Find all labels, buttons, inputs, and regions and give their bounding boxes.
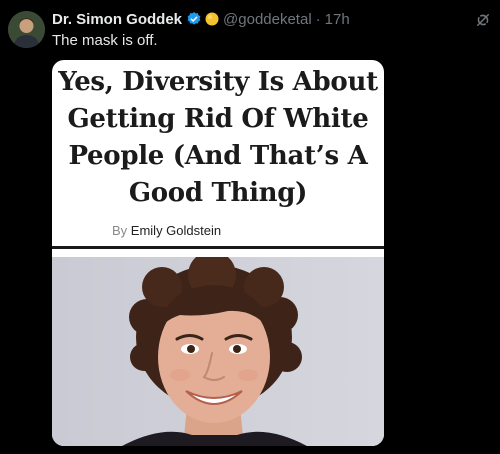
byline-prefix: By [112,223,128,238]
verified-badge-icon [187,12,201,25]
timestamp[interactable]: 17h [325,11,350,28]
article-byline: By Emily Goldstein [112,223,221,238]
article-headline: Yes, Diversity Is About Getting Rid Of W… [58,67,378,208]
tweet-header: Dr. Simon Goddek @goddeketal · 17h [52,9,350,29]
display-name[interactable]: Dr. Simon Goddek [52,11,182,28]
divider [52,246,384,249]
byline-author: Emily Goldstein [130,223,222,238]
yellow-circle-emoji-icon [205,12,219,26]
handle[interactable]: @goddeketal [223,11,312,28]
avatar-image [8,11,45,48]
author-photo [52,257,384,446]
tweet: Dr. Simon Goddek @goddeketal · 17h The m… [0,0,500,454]
grok-icon[interactable] [474,11,492,29]
separator-dot: · [315,10,321,28]
tweet-text: The mask is off. [52,32,158,49]
tweet-media-image[interactable]: Yes, Diversity Is About Getting Rid Of W… [52,60,384,446]
avatar[interactable] [8,11,45,48]
